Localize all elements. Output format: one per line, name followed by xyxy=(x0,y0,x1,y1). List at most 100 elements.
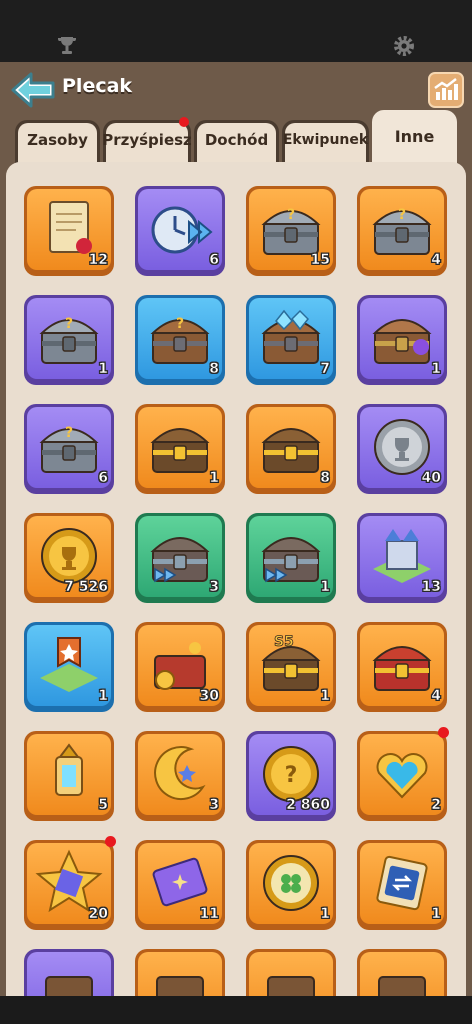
tab-zasoby[interactable]: Zasoby xyxy=(15,120,100,166)
inventory-item[interactable]: 1 xyxy=(246,840,336,930)
inventory-item[interactable] xyxy=(357,949,447,996)
item-count: 7 xyxy=(320,361,330,378)
inventory-item[interactable]: 12 xyxy=(24,186,114,276)
inventory-item[interactable]: 1 xyxy=(24,622,114,712)
iron-chest-icon: ? xyxy=(39,425,99,473)
item-count: 2 860 xyxy=(286,797,330,814)
gem-chest-icon xyxy=(372,319,432,364)
item-count: 1 xyxy=(320,688,330,705)
item-count: 13 xyxy=(421,579,441,596)
item-count: 1 xyxy=(320,906,330,923)
speed-chest-alt-icon xyxy=(261,537,321,583)
tab-inne[interactable]: Inne xyxy=(372,110,457,166)
item-partial-icon xyxy=(156,976,204,996)
item-partial-icon xyxy=(45,976,93,996)
item-count: 1 xyxy=(209,470,219,487)
inventory-item[interactable]: 8 xyxy=(246,404,336,494)
stats-button[interactable] xyxy=(428,72,464,108)
speedup-clock-icon xyxy=(151,206,213,254)
heart-pendant-icon xyxy=(376,753,428,799)
item-count: 8 xyxy=(209,361,219,378)
tab-ekwipunek[interactable]: Ekwipunek xyxy=(282,120,369,166)
s5-chest-icon: S5 xyxy=(261,634,321,691)
red-gold-chest-icon xyxy=(372,646,432,691)
notification-badge xyxy=(179,117,189,127)
inventory-item[interactable]: ? 8 xyxy=(135,295,225,385)
item-count: 6 xyxy=(98,470,108,487)
inventory-item[interactable]: 1 xyxy=(135,404,225,494)
back-arrow-icon[interactable] xyxy=(10,70,56,110)
inventory-item[interactable] xyxy=(135,949,225,996)
item-count: 1 xyxy=(431,361,441,378)
svg-text:S5: S5 xyxy=(274,634,294,650)
lion-gold-chest-icon xyxy=(261,428,321,473)
item-count: 4 xyxy=(431,688,441,705)
tab-przyspiesz[interactable]: Przyśpiesz xyxy=(102,117,192,166)
inventory-item[interactable]: ? 15 xyxy=(246,186,336,276)
tab-label: Inne xyxy=(375,113,454,166)
inventory-item[interactable]: 7 526 xyxy=(24,513,114,603)
item-count: 1 xyxy=(98,688,108,705)
inventory-item[interactable]: 3 xyxy=(135,513,225,603)
inventory-item[interactable]: 4 xyxy=(357,622,447,712)
notification-badge xyxy=(105,836,116,847)
item-count: 7 526 xyxy=(64,579,108,596)
item-count: 12 xyxy=(88,252,108,269)
inventory-item[interactable]: 11 xyxy=(135,840,225,930)
item-partial-icon xyxy=(267,976,315,996)
items-grid-container: 12 6 ? 15 ? 4 ? 1 ? 8 7 1 ? 6 1 8 40 7 5… xyxy=(6,162,466,996)
inventory-item[interactable]: 40 xyxy=(357,404,447,494)
mystery-chest-ticket-icon: ? xyxy=(372,207,432,255)
inventory-item[interactable]: 30 xyxy=(135,622,225,712)
inventory-item[interactable]: 3 xyxy=(135,731,225,821)
page-title: Plecak xyxy=(62,75,133,97)
trophy-icon[interactable] xyxy=(55,34,79,58)
inventory-item[interactable]: 2 xyxy=(357,727,449,821)
top-bar xyxy=(0,0,472,62)
gold-chest-icon xyxy=(150,428,210,473)
item-count: 3 xyxy=(209,797,219,814)
svg-text:?: ? xyxy=(287,207,295,223)
inventory-item[interactable]: S5 1 xyxy=(246,622,336,712)
item-count: 8 xyxy=(320,470,330,487)
gear-icon[interactable] xyxy=(392,34,416,58)
tab-label: Dochód xyxy=(197,123,276,166)
banner-tile-icon xyxy=(40,637,98,692)
clover-coin-icon xyxy=(263,855,319,911)
inventory-item[interactable]: 20 xyxy=(24,836,116,930)
svg-text:?: ? xyxy=(65,425,73,441)
inventory-item[interactable]: ? 1 xyxy=(24,295,114,385)
inventory-item[interactable]: 13 xyxy=(357,513,447,603)
item-count: 40 xyxy=(421,470,441,487)
inventory-item[interactable]: 5 xyxy=(24,731,114,821)
item-count: 3 xyxy=(209,579,219,596)
item-count: 2 xyxy=(431,797,441,814)
inventory-item[interactable]: 7 xyxy=(246,295,336,385)
svg-text:?: ? xyxy=(176,316,184,332)
inventory-item[interactable]: 1 xyxy=(246,513,336,603)
inventory-item[interactable]: 1 xyxy=(357,840,447,930)
inventory-item[interactable]: 1 xyxy=(357,295,447,385)
svg-text:?: ? xyxy=(398,207,406,223)
inventory-item[interactable]: ? 4 xyxy=(357,186,447,276)
svg-text:?: ? xyxy=(65,316,73,332)
inventory-item[interactable]: ? 2 860 xyxy=(246,731,336,821)
item-count: 20 xyxy=(88,906,108,923)
tab-label: Przyśpiesz xyxy=(102,123,192,166)
stats-chart-icon xyxy=(434,78,458,100)
tab-dochod[interactable]: Dochód xyxy=(194,120,279,166)
inventory-item[interactable] xyxy=(24,949,114,996)
speed-chest-icon xyxy=(150,537,210,583)
swap-ticket-icon xyxy=(376,855,428,911)
item-count: 1 xyxy=(320,579,330,596)
item-count: 1 xyxy=(98,361,108,378)
item-count: 5 xyxy=(98,797,108,814)
item-count: 4 xyxy=(431,252,441,269)
tab-label: Zasoby xyxy=(18,123,97,166)
bottom-bar xyxy=(0,996,472,1024)
tab-label: Ekwipunek xyxy=(283,123,368,166)
inventory-item[interactable]: ? 6 xyxy=(24,404,114,494)
inventory-item[interactable]: 6 xyxy=(135,186,225,276)
inventory-item[interactable] xyxy=(246,949,336,996)
lantern-icon xyxy=(55,743,83,796)
